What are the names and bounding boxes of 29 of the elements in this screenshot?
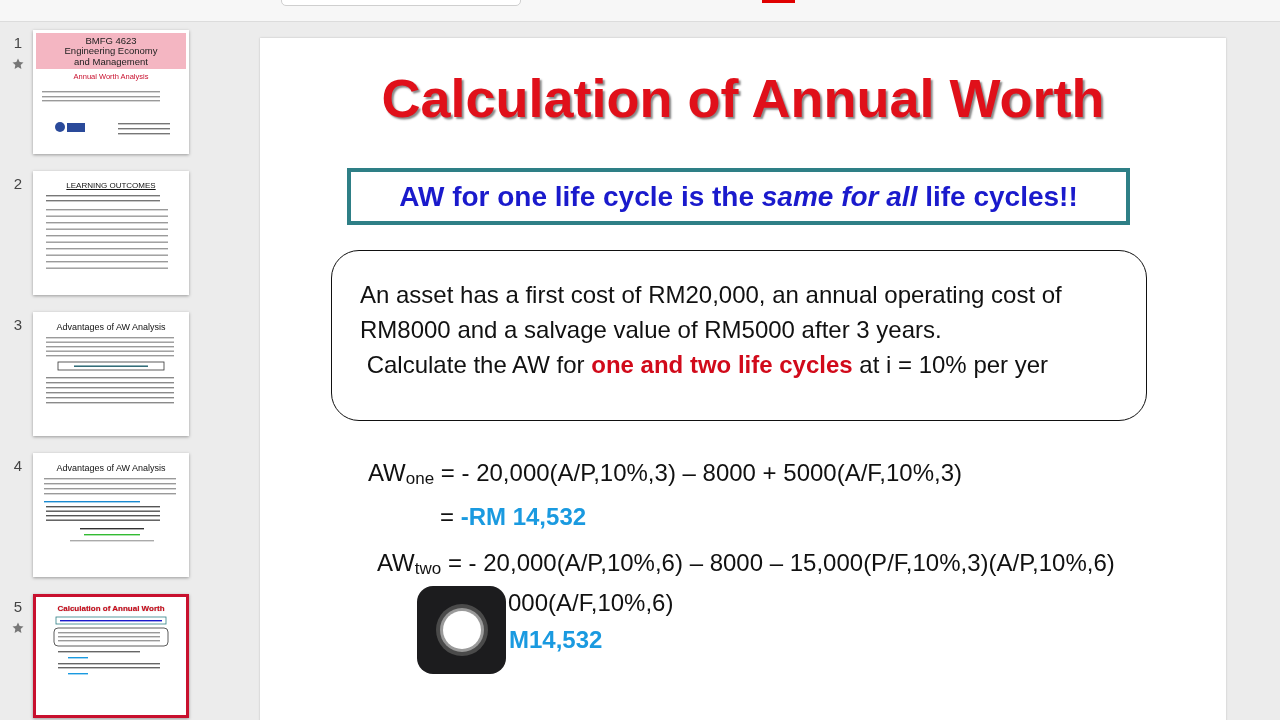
- slide-thumbnail[interactable]: Calculation of Annual Worth: [33, 594, 189, 718]
- slide-title: Calculation of Annual Worth: [380, 67, 1106, 130]
- slide-number: 4: [13, 457, 23, 475]
- problem-text: RM8000 and a salvage value of RM5000 after 3 years.: [360, 315, 943, 345]
- callout-text: AW for one life cycle is the same for all life cycles!!: [399, 180, 1078, 213]
- thumbnail-title: Engineering Economy: [64, 46, 158, 57]
- slide-thumbnail[interactable]: Advantages of AW Analysis: [33, 312, 189, 436]
- thumbnail-title: LEARNING OUTCOMES: [66, 181, 156, 190]
- thumbnail-title: Advantages of AW Analysis: [56, 322, 166, 332]
- slide-number: 5: [13, 598, 23, 616]
- problem-text: An asset has a first cost of RM20,000, an annual operating cost of: [360, 280, 1063, 310]
- thumbnail-title: Advantages of AW Analysis: [56, 463, 166, 473]
- slide-number: 3: [13, 316, 23, 334]
- equation-text: M14,532: [509, 625, 603, 655]
- equation-text: 000(A/F,10%,6): [508, 588, 674, 618]
- slide-thumbnail[interactable]: Advantages of AW Analysis: [33, 453, 189, 577]
- slide-number: 1: [13, 34, 23, 52]
- tab-indicator: [762, 0, 795, 3]
- circle-icon: [434, 603, 489, 657]
- equation-text: AW$_{two}$ = - 20,000(A/P,10%,6) – 8000 – 15,000(P/F,10%,3)(A/P,10%,6): [377, 548, 1115, 578]
- floating-button[interactable]: [417, 586, 506, 674]
- equation-text: AW$_{one}$ = - 20,000(A/P,10%,3) – 8000 + 5000(A/F,10%,3): [368, 458, 963, 488]
- problem-text: Calculate the AW for one and two life cycles at i = 10% per yer: [365, 350, 1050, 380]
- result-text: = -RM 14,532: [440, 502, 587, 532]
- slide-thumbnail[interactable]: LEARNING OUTCOMES: [33, 171, 189, 295]
- thumbnail-title: and Management: [74, 56, 148, 68]
- thumbnail-title: Calculation of Annual Worth: [57, 604, 165, 613]
- thumbnail-title: BMFG 4623: [85, 36, 137, 47]
- slide-number: 2: [13, 175, 23, 193]
